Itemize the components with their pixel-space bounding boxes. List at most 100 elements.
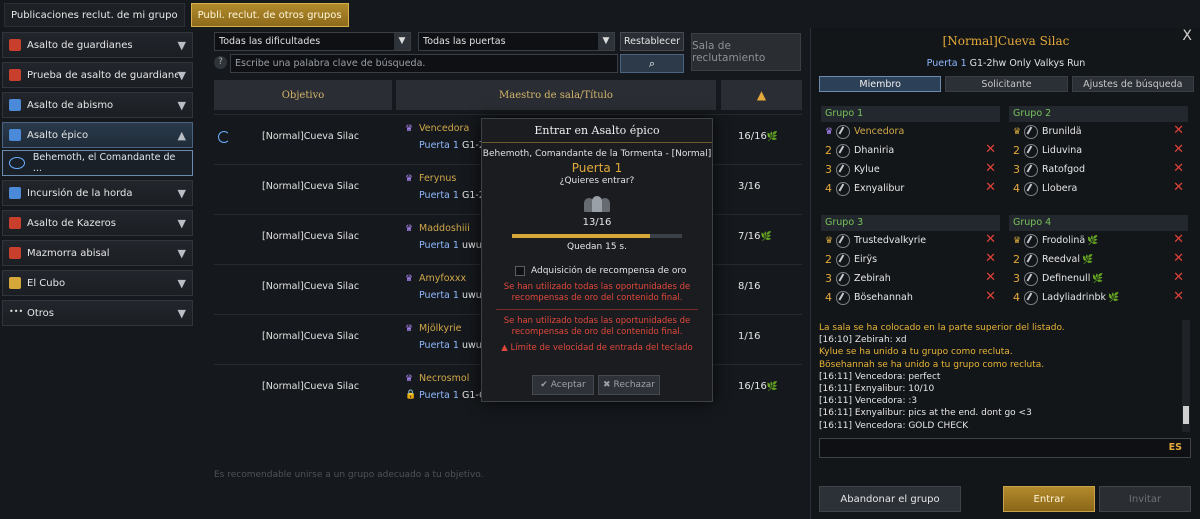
kick-icon[interactable]: ✕ <box>1173 161 1184 176</box>
dialog-buttons: ✔ Aceptar ✖ Rechazar <box>532 375 660 395</box>
tab-search-settings[interactable]: Ajustes de búsqueda <box>1071 76 1194 92</box>
row-objective: [Normal]Cueva Silac <box>262 131 360 142</box>
kick-icon[interactable]: ✕ <box>985 289 996 304</box>
chat-language[interactable]: ES <box>1169 442 1182 453</box>
kick-icon[interactable]: ✕ <box>985 161 996 176</box>
crown-icon: ♛ <box>1013 126 1022 137</box>
reset-button[interactable]: Restablecer <box>620 32 684 51</box>
party-member[interactable]: 2 Liduvina ✕ <box>1009 141 1188 160</box>
slot-number: 2 <box>825 253 832 266</box>
party-member[interactable]: 2 Reedval 🌿 ✕ <box>1009 250 1188 269</box>
reject-button[interactable]: ✖ Rechazar <box>598 375 660 395</box>
sidebar-item[interactable]: Asalto de abismo ▼ <box>2 92 193 118</box>
class-icon <box>1024 252 1038 267</box>
row-leader-name: Mjölkyrie <box>419 323 462 334</box>
kick-icon[interactable]: ✕ <box>1173 270 1184 285</box>
sidebar-item[interactable]: Asalto de guardianes ▼ <box>2 32 193 58</box>
chat-input[interactable]: ES <box>819 438 1191 458</box>
party-member[interactable]: 2 Dhaniria ✕ <box>821 141 1000 160</box>
sidebar-item[interactable]: El Cubo ▼ <box>2 270 193 296</box>
sidebar-item[interactable]: Incursión de la horda ▼ <box>2 180 193 206</box>
search-input[interactable]: Escribe una palabra clave de búsqueda. <box>230 54 618 73</box>
party-member[interactable]: 3 Definenull 🌿 ✕ <box>1009 269 1188 288</box>
sidebar-subitem-label: Behemoth, el Comandante de ... <box>32 152 176 174</box>
row-leader: ♛ Ferynus <box>405 173 456 184</box>
party-member[interactable]: ♛ Frodolinä 🌿 ✕ <box>1009 231 1188 250</box>
party-group: Grupo 4 ♛ Frodolinä 🌿 ✕ 2 Reedval 🌿 ✕ 3 Definenull… <box>1009 215 1188 307</box>
kick-icon[interactable]: ✕ <box>985 270 996 285</box>
party-member[interactable]: 4 Llobera ✕ <box>1009 179 1188 198</box>
sidebar-item[interactable]: ••• Otros ▼ <box>2 300 193 326</box>
chevron-up-icon: ▲ <box>177 128 186 142</box>
party-member[interactable]: 3 Kylue ✕ <box>821 160 1000 179</box>
sidebar-item-label: Incursión de la horda <box>27 187 133 199</box>
enter-button[interactable]: Entrar <box>1003 486 1095 512</box>
header-members[interactable]: ▲ <box>721 80 802 110</box>
gate-select[interactable]: Todas las puertas ▼ <box>418 32 615 51</box>
party-chat-log: La sala se ha colocado en la parte super… <box>819 322 1181 432</box>
header-objective[interactable]: Objetivo <box>214 80 392 110</box>
chat-scrollbar-thumb[interactable] <box>1183 406 1189 424</box>
kick-icon[interactable]: ✕ <box>1173 123 1184 138</box>
class-icon <box>1024 271 1038 286</box>
kick-icon[interactable]: ✕ <box>1173 289 1184 304</box>
kick-icon[interactable]: ✕ <box>1173 251 1184 266</box>
row-leader-name: Maddoshiii <box>419 223 470 234</box>
recruitment-hall-button[interactable]: Sala de reclutamiento <box>691 33 801 71</box>
crown-icon: ♛ <box>405 224 414 234</box>
dialog-progress-bar <box>512 234 682 238</box>
row-leader-name: Amyfoxxx <box>419 273 467 284</box>
class-icon <box>836 181 850 196</box>
class-icon <box>1024 143 1038 158</box>
invite-button[interactable]: Invitar <box>1099 486 1191 512</box>
kick-icon[interactable]: ✕ <box>1173 180 1184 195</box>
dialog-time-left: Quedan 15 s. <box>567 242 627 252</box>
member-name: Reedval <box>1042 254 1080 265</box>
check-icon: ✔ <box>540 380 548 390</box>
sidebar-item[interactable]: Asalto épico ▲ <box>2 122 193 148</box>
party-member[interactable]: 4 Bösehannah ✕ <box>821 288 1000 307</box>
party-member[interactable]: 4 Exnyalibur ✕ <box>821 179 1000 198</box>
party-member[interactable]: 3 Ratofgod ✕ <box>1009 160 1188 179</box>
tab-my-group-posts[interactable]: Publicaciones reclut. de mi grupo <box>4 3 185 27</box>
party-member[interactable]: 3 Zebirah ✕ <box>821 269 1000 288</box>
tab-members[interactable]: Miembro <box>819 76 942 92</box>
slot-number: 2 <box>1013 144 1020 157</box>
sidebar-item[interactable]: Prueba de asalto de guardianes ▼ <box>2 62 193 88</box>
search-button[interactable]: ⌕ <box>620 54 684 73</box>
slot-number: 2 <box>825 144 832 157</box>
kick-icon[interactable]: ✕ <box>985 251 996 266</box>
kazeros-icon <box>9 217 21 229</box>
accept-button[interactable]: ✔ Aceptar <box>532 375 594 395</box>
sidebar-item[interactable]: Asalto de Kazeros ▼ <box>2 210 193 236</box>
kick-icon[interactable]: ✕ <box>1173 142 1184 157</box>
header-master-title[interactable]: Maestro de sala/Título <box>396 80 716 110</box>
class-icon <box>1024 162 1038 177</box>
checkbox-box[interactable] <box>515 266 525 276</box>
party-member[interactable]: ♛ Trustedvalkyrie ✕ <box>821 231 1000 250</box>
crown-icon: ♛ <box>405 274 414 284</box>
party-gate: Puerta 1 <box>926 58 967 69</box>
help-icon[interactable]: ? <box>214 56 227 69</box>
class-icon <box>836 143 850 158</box>
sidebar-item[interactable]: Mazmorra abisal ▼ <box>2 240 193 266</box>
row-count-value: 3/16 <box>738 181 761 192</box>
kick-icon[interactable]: ✕ <box>985 142 996 157</box>
chat-scrollbar[interactable] <box>1182 320 1190 432</box>
kick-icon[interactable]: ✕ <box>985 232 996 247</box>
gold-reward-checkbox[interactable]: Adquisición de recompensa de oro <box>515 266 712 276</box>
difficulty-select[interactable]: Todas las dificultades ▼ <box>214 32 411 51</box>
sidebar-subitem-behemoth[interactable]: Behemoth, el Comandante de ... <box>2 150 193 176</box>
tab-applicants[interactable]: Solicitante <box>945 76 1068 92</box>
tab-other-group-posts[interactable]: Publi. reclut. de otros grupos <box>190 3 349 27</box>
kick-icon[interactable]: ✕ <box>985 180 996 195</box>
party-member[interactable]: ♛ Brunildä ✕ <box>1009 122 1188 141</box>
party-member[interactable]: 2 Eirÿs ✕ <box>821 250 1000 269</box>
slot-number: 4 <box>825 291 832 304</box>
party-member[interactable]: 4 Ladyliadrinbk 🌿 ✕ <box>1009 288 1188 307</box>
party-member[interactable]: ♛ Vencedora <box>821 122 1000 141</box>
leave-party-button[interactable]: Abandonar el grupo <box>819 486 961 512</box>
leaf-icon: 🌿 <box>1092 273 1104 284</box>
kick-icon[interactable]: ✕ <box>1173 232 1184 247</box>
party-group-header: Grupo 4 <box>1009 215 1188 231</box>
